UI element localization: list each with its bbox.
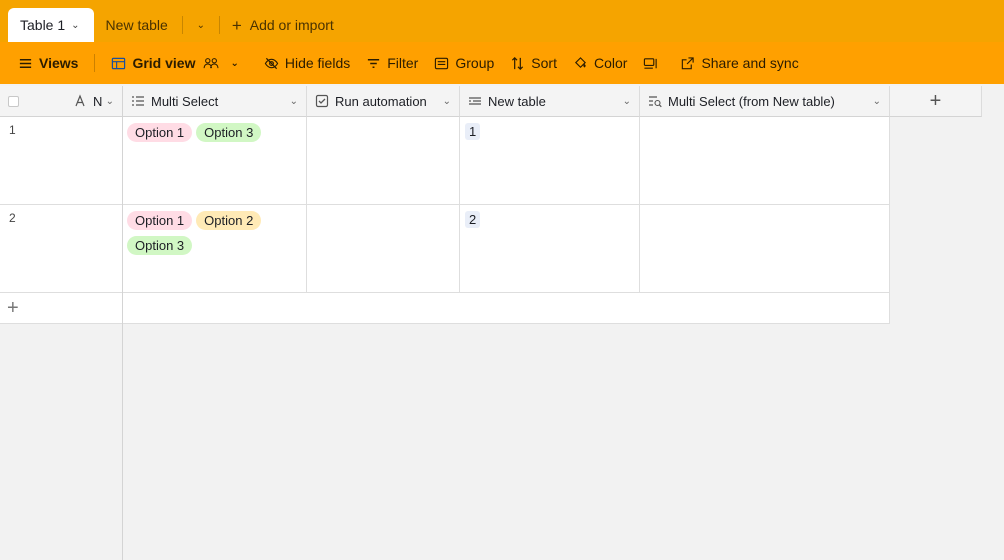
view-toolbar: Views Grid view ⌄ Hide fields Filter Gro…	[0, 42, 1004, 84]
filter-label: Filter	[387, 55, 419, 71]
sort-button[interactable]: Sort	[502, 49, 565, 77]
lookup-icon	[648, 94, 662, 108]
chevron-down-icon[interactable]: ⌄	[290, 96, 298, 107]
chevron-down-icon[interactable]: ⌄	[443, 96, 451, 107]
toolbar-divider	[94, 54, 96, 72]
add-field-button[interactable]: +	[890, 86, 982, 117]
collaborators-icon	[203, 57, 220, 70]
hide-fields-label: Hide fields	[284, 55, 351, 71]
cell-multi-select[interactable]: Option 1 Option 3	[123, 117, 307, 205]
group-label: Group	[455, 55, 495, 71]
paint-bucket-icon	[573, 56, 588, 71]
toolbar-divider	[251, 54, 252, 72]
sort-label: Sort	[531, 55, 557, 71]
chevron-down-icon[interactable]: ⌄	[106, 96, 114, 107]
cell-run-automation[interactable]	[307, 205, 460, 293]
group-button[interactable]: Group	[426, 49, 502, 77]
color-label: Color	[593, 55, 628, 71]
grid-view-label: Grid view	[132, 55, 196, 71]
header-run-automation[interactable]: Run automation ⌄	[307, 86, 460, 117]
row-number-label: 1	[9, 123, 16, 137]
tab-divider	[218, 16, 220, 34]
select-all-checkbox[interactable]	[8, 95, 19, 107]
chevron-down-icon: ⌄	[196, 19, 205, 31]
cell-lookup[interactable]	[640, 205, 890, 293]
eye-slash-icon	[264, 56, 279, 71]
sort-icon	[510, 56, 525, 71]
add-or-import-button[interactable]: + Add or import	[222, 8, 344, 42]
cell-multi-select[interactable]: Option 1 Option 2 Option 3	[123, 205, 307, 293]
header-multi-select[interactable]: Multi Select ⌄	[123, 86, 307, 117]
share-icon	[680, 56, 695, 71]
tab-new-table[interactable]: New table	[94, 8, 180, 42]
add-or-import-label: Add or import	[249, 17, 334, 33]
option-pill: Option 1	[127, 211, 193, 230]
header-lookup[interactable]: Multi Select (from New table) ⌄	[640, 86, 890, 117]
add-record-row[interactable]: +	[0, 293, 890, 324]
row-height-icon	[643, 56, 658, 71]
row-number-label: 2	[9, 211, 16, 225]
color-button[interactable]: Color	[565, 49, 635, 77]
column-header-new-table: New table	[488, 93, 546, 109]
text-field-icon	[73, 94, 87, 108]
plus-icon: +	[231, 15, 242, 35]
option-pill: Option 1	[127, 123, 193, 142]
tab-table-1-label: Table 1	[20, 17, 66, 33]
cell-lookup[interactable]	[640, 117, 890, 205]
tab-table-1[interactable]: Table 1 ⌄	[8, 8, 94, 42]
column-header-lookup: Multi Select (from New table)	[668, 93, 835, 109]
multi-select-icon	[131, 94, 145, 108]
checkbox-field-icon	[315, 94, 329, 108]
row-number[interactable]: 1	[0, 117, 123, 205]
grid-icon	[111, 56, 126, 71]
option-pill: Option 3	[196, 123, 262, 142]
plus-icon: +	[929, 89, 942, 112]
linked-record-chip[interactable]: 2	[465, 211, 481, 228]
tab-bar: Table 1 ⌄ New table ⌄ + Add or import	[0, 0, 1004, 42]
share-and-sync-button[interactable]: Share and sync	[672, 49, 806, 77]
chevron-down-icon[interactable]: ⌄	[623, 96, 631, 107]
row-height-button[interactable]	[635, 49, 672, 77]
linked-record-icon	[468, 94, 482, 108]
column-header-run-automation: Run automation	[335, 93, 427, 109]
linked-record-chip[interactable]: 1	[465, 123, 481, 140]
row-number[interactable]: 2	[0, 205, 123, 293]
filter-button[interactable]: Filter	[358, 49, 426, 77]
share-and-sync-label: Share and sync	[701, 55, 799, 71]
group-icon	[434, 56, 449, 71]
tab-new-table-label: New table	[105, 17, 168, 33]
chevron-down-icon: ⌄	[230, 57, 239, 69]
option-pill: Option 3	[127, 236, 193, 255]
cell-new-table[interactable]: 1	[460, 117, 640, 205]
hamburger-icon	[18, 56, 33, 71]
cell-run-automation[interactable]	[307, 117, 460, 205]
header-primary-field[interactable]: Na ⌄	[0, 86, 123, 117]
chevron-down-icon[interactable]: ⌄	[873, 96, 881, 107]
tab-divider	[181, 16, 183, 34]
chevron-down-icon[interactable]: ⌄	[71, 20, 79, 31]
views-button[interactable]: Views	[10, 49, 86, 77]
tables-dropdown-button[interactable]: ⌄	[185, 8, 217, 42]
column-header-name: Na	[93, 93, 102, 109]
header-new-table[interactable]: New table ⌄	[460, 86, 640, 117]
cell-new-table[interactable]: 2	[460, 205, 640, 293]
plus-icon: +	[7, 297, 19, 319]
frozen-column-divider	[122, 86, 123, 560]
filter-icon	[366, 56, 381, 71]
views-label: Views	[39, 55, 79, 71]
hide-fields-button[interactable]: Hide fields	[256, 49, 358, 77]
grid-view-button[interactable]: Grid view ⌄	[103, 49, 246, 77]
option-pill: Option 2	[196, 211, 262, 230]
column-header-multi-select: Multi Select	[151, 93, 219, 109]
